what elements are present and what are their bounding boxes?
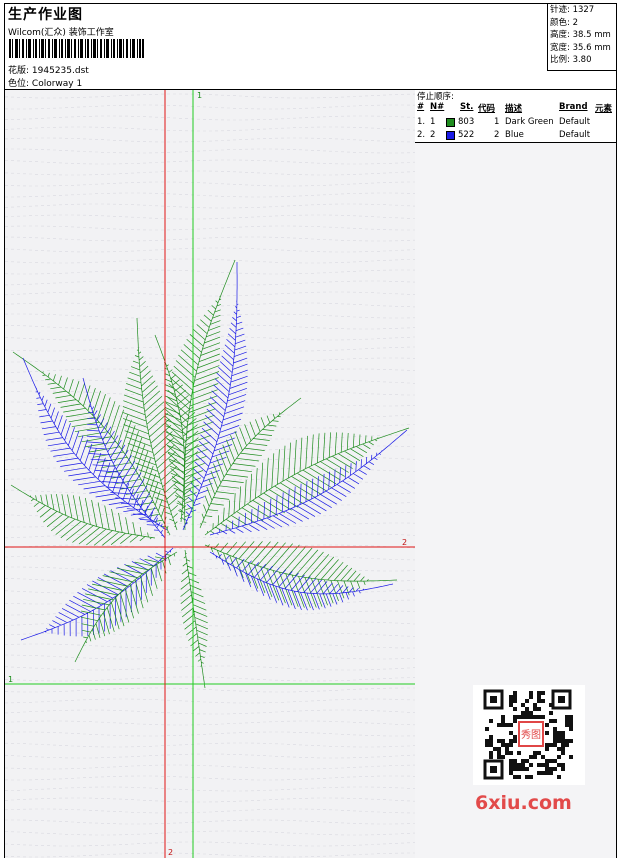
row-desc: Dark Green [505,117,554,127]
col-header-element: 元素 [595,104,613,114]
watermark-brand: 6xiu.com [475,792,572,814]
col-header-desc: 描述 [505,104,523,114]
stitch-count: 针迹: 1327 [550,5,595,15]
design-label: 花版: [8,66,30,76]
row-brand: Default [559,117,591,127]
row-number: 1. [417,117,426,127]
stats-panel: 针迹: 1327 颜色: 2 高度: 38.5 mm 宽度: 35.6 mm 比… [547,4,616,71]
col-header-number: # [417,102,425,112]
axis-label-green-top: 1 [197,91,202,100]
axis-label-red-bottom: 2 [168,848,173,857]
company-name: Wilcom(汇众) 装饰工作室 [8,28,114,38]
row-needle: 2 [430,130,436,140]
qr-code: 秀图 [473,685,585,785]
row-stop: 1 [494,117,500,127]
design-file: 1945235.dst [31,66,89,76]
color-count: 颜色: 2 [550,17,578,28]
color-swatch [446,131,455,140]
stop-sequence-caption: 停止顺序: [417,92,454,102]
design-file-line: 花版: 1945235.dst [8,63,89,76]
row-code: 522 [458,130,475,140]
row-brand: Default [559,130,591,140]
page-title: 生产作业图 [8,7,83,23]
row-number: 2. [417,130,426,140]
header-panel: 生产作业图 Wilcom(汇众) 装饰工作室 花版: 1945235.dst 色… [5,4,616,90]
embroidery-artwork: 1 1 2 2 [5,90,415,858]
axis-label-green-left: 1 [8,675,13,684]
barcode [9,39,144,58]
design-width: 宽度: 35.6 mm [550,42,611,53]
design-scale: 比例: 3.80 [550,55,592,66]
col-header-brand: Brand [559,102,588,112]
stop-sequence-table: 停止顺序: # N# St. 代码 描述 Brand 元素 1. 1 803 1… [415,90,616,143]
design-preview: 1 1 2 2 [5,90,416,858]
colorway-label: 色位: [8,79,30,89]
row-needle: 1 [430,117,436,127]
col-header-code: 代码 [478,104,496,114]
row-code: 803 [458,117,475,127]
row-stop: 2 [494,130,500,140]
color-swatch [446,118,455,127]
col-header-needle: N# [430,102,445,112]
axis-label-red-right: 2 [402,538,407,547]
col-header-stop: St. [460,102,474,112]
colorway-line: 色位: Colorway 1 [8,76,82,89]
side-panel: 停止顺序: # N# St. 代码 描述 Brand 元素 1. 1 803 1… [415,90,616,858]
design-height: 高度: 38.5 mm [550,30,611,41]
seal-text: 秀图 [521,729,541,741]
row-desc: Blue [505,130,524,140]
worksheet-frame: 生产作业图 Wilcom(汇众) 装饰工作室 花版: 1945235.dst 色… [4,3,617,858]
colorway-name: Colorway 1 [31,79,83,89]
